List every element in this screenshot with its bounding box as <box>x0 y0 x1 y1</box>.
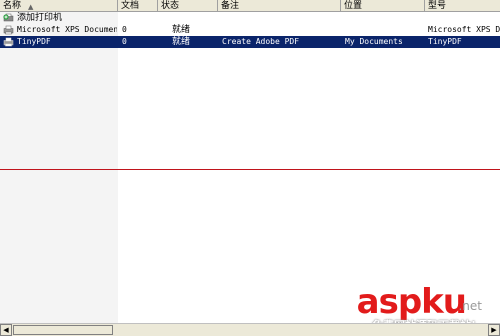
chevron-right-icon: ▶ <box>491 326 497 334</box>
printer-status: 就绪 <box>172 25 191 35</box>
printer-icon <box>3 37 14 47</box>
column-header-model-label: 型号 <box>428 1 447 11</box>
printer-documents: 0 <box>122 37 127 46</box>
scroll-right-button[interactable]: ▶ <box>488 324 500 336</box>
column-header-documents[interactable]: 文档 <box>118 0 158 12</box>
scrollbar-thumb[interactable] <box>13 325 113 335</box>
sort-ascending-icon: ▲ <box>28 3 34 11</box>
printer-location <box>345 24 423 36</box>
printer-model: Microsoft XPS D... <box>428 25 500 34</box>
watermark-logo-text: aspku <box>356 282 467 322</box>
watermark-domain-suffix: .net <box>458 299 482 313</box>
name-column-background <box>0 12 118 323</box>
printer-name: Microsoft XPS Documen... <box>17 25 117 34</box>
column-header-model[interactable]: 型号 <box>425 0 500 12</box>
column-header-status-label: 状态 <box>161 1 180 11</box>
printer-model: TinyPDF <box>428 37 462 46</box>
scroll-left-button[interactable]: ◀ <box>0 324 12 336</box>
column-header-comment[interactable]: 备注 <box>218 0 341 12</box>
printer-comment <box>222 24 337 36</box>
list-item-xps-printer[interactable]: Microsoft XPS Documen... 0 就绪 Microsoft … <box>0 24 500 36</box>
chevron-left-icon: ◀ <box>3 326 9 334</box>
printer-name: 添加打印机 <box>17 13 63 23</box>
divider-line <box>0 169 500 170</box>
add-printer-icon <box>3 13 14 22</box>
printer-name: TinyPDF <box>17 37 51 46</box>
printer-comment: Create Adobe PDF <box>222 37 300 46</box>
list-item-add-printer[interactable]: 添加打印机 <box>0 12 500 24</box>
column-header-comment-label: 备注 <box>221 1 240 11</box>
printer-documents: 0 <box>122 25 127 34</box>
column-header-bar: 名称 ▲ 文档 状态 备注 位置 型号 <box>0 0 500 12</box>
column-header-location-label: 位置 <box>344 1 363 11</box>
column-header-location[interactable]: 位置 <box>341 0 425 12</box>
printer-location: My Documents <box>345 37 403 46</box>
list-item-tinypdf-printer[interactable]: TinyPDF 0 就绪 Create Adobe PDF My Documen… <box>0 36 500 48</box>
watermark-logo: aspku <box>356 282 467 322</box>
horizontal-scrollbar[interactable]: ◀ ▶ <box>0 323 500 336</box>
printer-status: 就绪 <box>172 37 191 47</box>
printer-icon <box>3 25 14 35</box>
column-header-documents-label: 文档 <box>121 1 140 11</box>
column-header-status[interactable]: 状态 <box>158 0 218 12</box>
column-header-name[interactable]: 名称 ▲ <box>0 0 118 12</box>
column-header-name-label: 名称 <box>3 1 22 11</box>
